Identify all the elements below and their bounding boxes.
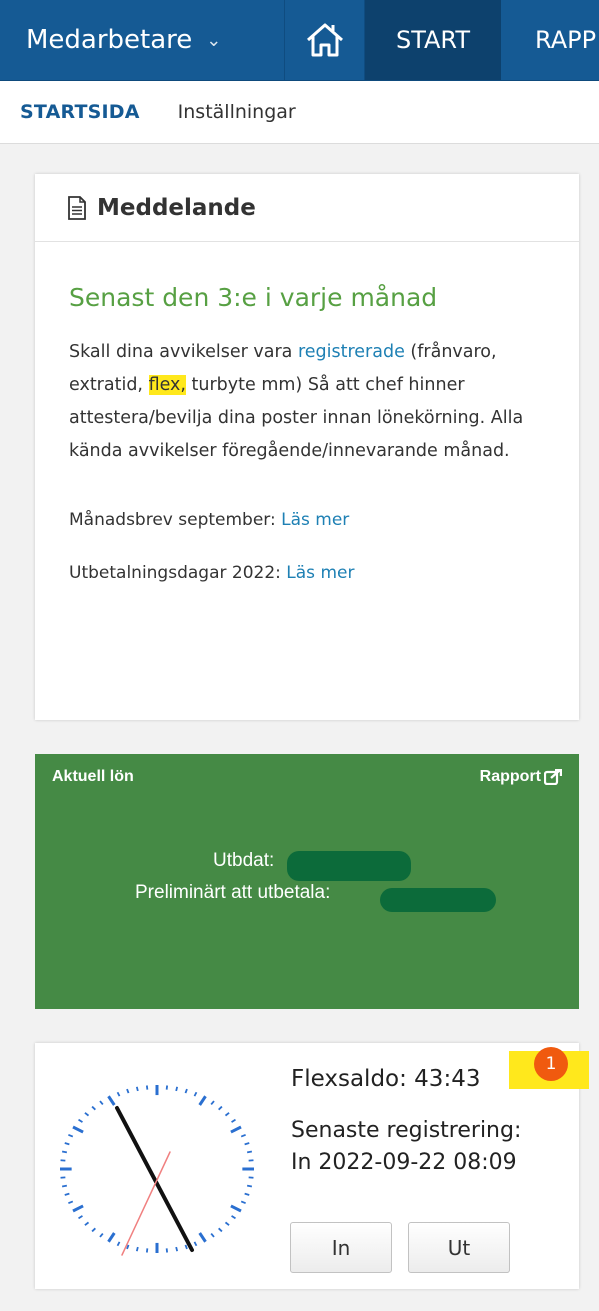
clock-minute-tick: [246, 1150, 253, 1154]
clock-second-hand: [121, 1151, 171, 1256]
clock-minute-tick: [116, 1241, 121, 1247]
clock-minute-tick: [91, 1105, 96, 1111]
clock-minute-tick: [193, 1241, 198, 1247]
clock-minute-tick: [126, 1088, 130, 1094]
message-text: Skall dina avvikelser vara registrerade …: [69, 336, 553, 468]
clock-minute-tick: [135, 1246, 139, 1252]
clock-minute-tick: [240, 1200, 246, 1205]
salary-title: Aktuell lön: [52, 768, 134, 785]
clock-minute-tick: [175, 1086, 179, 1092]
home-button[interactable]: [285, 0, 365, 80]
clock-minute-tick: [184, 1244, 188, 1250]
clock-minute-tick: [99, 1100, 104, 1106]
clock-minute-tick: [218, 1227, 223, 1233]
clock-hour-hand: [115, 1106, 194, 1252]
clock-minute-tick: [135, 1086, 139, 1092]
paid-label: Utbdat:: [213, 850, 275, 871]
registrerade-link[interactable]: registrerade: [298, 342, 405, 362]
top-navigation: Medarbetare ⌄ START RAPP: [0, 0, 599, 81]
clock-minute-tick: [231, 1118, 236, 1123]
chevron-down-icon: ⌄: [206, 29, 222, 51]
clock-minute-tick: [244, 1192, 250, 1196]
utbetalningsdagar-line: Utbetalningsdagar 2022: Läs mer: [69, 563, 553, 583]
manadsbrev-label: Månadsbrev september:: [69, 510, 282, 530]
clock-minute-tick: [218, 1105, 223, 1111]
last-registration-value: In 2022-09-22 08:09: [291, 1150, 517, 1175]
clock-minute-tick: [64, 1192, 70, 1196]
clock-hour-tick: [72, 1125, 84, 1134]
subnav-installningar[interactable]: Inställningar: [178, 101, 296, 123]
document-icon: [68, 195, 86, 220]
clock-minute-tick: [224, 1112, 230, 1117]
clock-minute-tick: [175, 1246, 179, 1252]
clock-minute-tick: [84, 1112, 90, 1117]
clock-hour-tick: [198, 1095, 207, 1106]
tab-start[interactable]: START: [365, 0, 501, 80]
tab-rapporter[interactable]: RAPP: [501, 0, 599, 80]
clock-hour-tick: [107, 1232, 116, 1243]
clock-minute-tick: [84, 1221, 90, 1226]
clock-minute-tick: [145, 1085, 149, 1090]
message-card-header: Meddelande: [35, 174, 579, 242]
clock-minute-tick: [184, 1088, 188, 1094]
clock-minute-tick: [193, 1091, 198, 1097]
clock-minute-tick: [145, 1248, 149, 1253]
message-header-title: Meddelande: [97, 194, 256, 221]
clock-hour-tick: [230, 1125, 242, 1134]
clock-hour-tick: [107, 1095, 116, 1106]
clock-minute-tick: [61, 1150, 68, 1154]
clock-hour-tick: [198, 1232, 207, 1243]
clock-minute-tick: [240, 1133, 246, 1138]
clock-minute-tick: [91, 1227, 96, 1233]
analog-clock: [60, 1085, 254, 1256]
clock-hour-tick: [72, 1204, 84, 1213]
last-registration-label: Senaste registrering:: [291, 1118, 522, 1143]
redacted-value: [380, 888, 496, 912]
clock-minute-tick: [64, 1142, 70, 1146]
clock-minute-tick: [99, 1232, 104, 1238]
clock-in-button[interactable]: In: [290, 1222, 392, 1273]
clock-minute-tick: [165, 1248, 169, 1253]
message-title: Senast den 3:e i varje månad: [69, 283, 438, 312]
app-name: Medarbetare: [26, 25, 193, 55]
preliminary-label: Preliminärt att utbetala:: [135, 882, 331, 903]
flex-card: 1 Flexsaldo: 43:43 Senaste registrering:…: [35, 1043, 589, 1289]
sub-navigation: STARTSIDA Inställningar: [0, 81, 599, 144]
message-text-part: Skall dina avvikelser vara: [69, 342, 298, 362]
clock-minute-tick: [210, 1100, 215, 1106]
subnav-startsida[interactable]: STARTSIDA: [20, 101, 140, 123]
utbetalningsdagar-label: Utbetalningsdagar 2022:: [69, 563, 287, 583]
manadsbrev-read-more-link[interactable]: Läs mer: [281, 510, 349, 530]
home-icon: [306, 23, 343, 57]
clock-minute-tick: [165, 1085, 169, 1090]
clock-minute-tick: [68, 1200, 74, 1205]
clock-hour-tick: [230, 1204, 242, 1213]
redacted-value: [287, 851, 411, 881]
clock-minute-tick: [244, 1142, 250, 1146]
clock-minute-tick: [231, 1215, 236, 1220]
last-registration: Senaste registrering: In 2022-09-22 08:0…: [291, 1115, 521, 1179]
highlighted-text: flex,: [148, 375, 186, 395]
clock-minute-tick: [78, 1215, 83, 1220]
salary-report-link[interactable]: Rapport: [480, 768, 562, 786]
app-switcher[interactable]: Medarbetare ⌄: [0, 0, 285, 80]
clock-minute-tick: [68, 1133, 74, 1138]
salary-report-label: Rapport: [479, 768, 541, 785]
clock-minute-tick: [78, 1118, 83, 1123]
clock-minute-tick: [224, 1221, 230, 1226]
salary-card: Aktuell lön Rapport Utbdat: Preliminärt …: [35, 754, 579, 1009]
clock-minute-tick: [116, 1091, 121, 1097]
manadsbrev-line: Månadsbrev september: Läs mer: [69, 510, 553, 530]
notification-badge[interactable]: 1: [534, 1047, 568, 1081]
message-card: Meddelande Senast den 3:e i varje månad …: [35, 174, 579, 720]
flex-saldo: Flexsaldo: 43:43: [291, 1066, 481, 1092]
clock-minute-tick: [246, 1184, 253, 1188]
utbetalningsdagar-read-more-link[interactable]: Läs mer: [286, 563, 354, 583]
clock-out-button[interactable]: Ut: [408, 1222, 510, 1273]
external-link-icon: [544, 769, 562, 785]
clock-minute-tick: [210, 1232, 215, 1238]
clock-minute-tick: [61, 1184, 68, 1188]
